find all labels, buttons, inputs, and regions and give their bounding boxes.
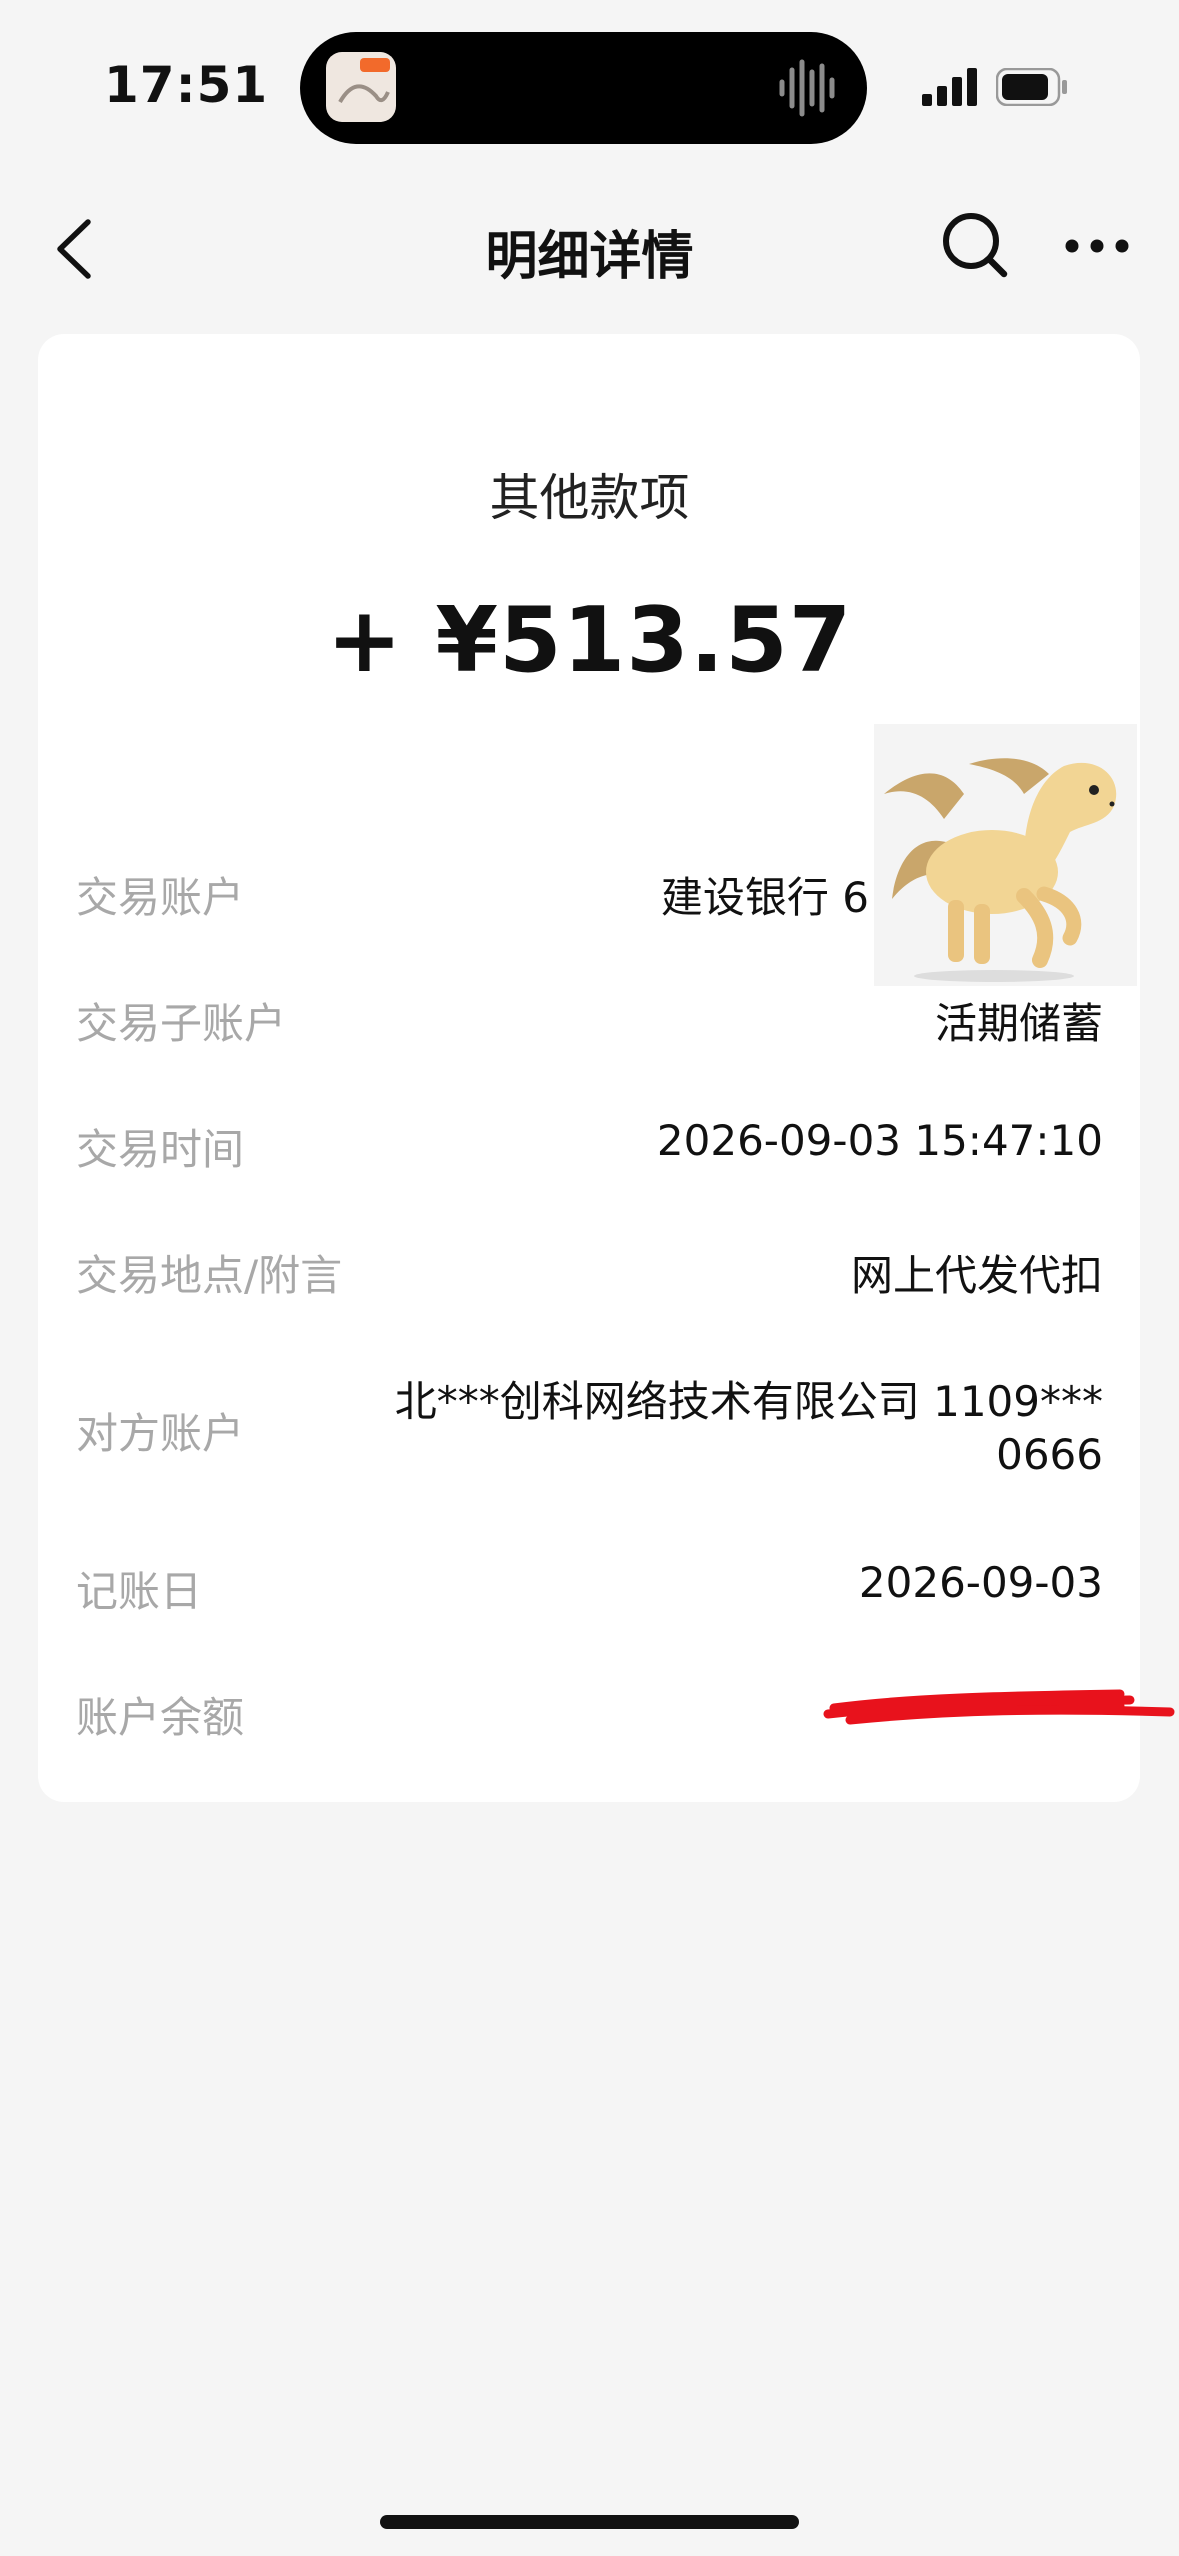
detail-value-counterparty-line2: 0666 xyxy=(996,1430,1103,1479)
home-indicator[interactable] xyxy=(380,2515,799,2529)
status-bar: 17:51 xyxy=(0,0,1179,170)
status-time: 17:51 xyxy=(104,56,269,114)
red-scribble-redaction xyxy=(823,1689,1175,1725)
search-icon[interactable] xyxy=(940,210,1010,280)
detail-label-counterparty: 对方账户 xyxy=(76,1409,245,1458)
detail-label-location: 交易地点/附言 xyxy=(76,1251,343,1300)
detail-value-posting-date: 2026-09-03 xyxy=(858,1558,1103,1607)
horse-sticker-image xyxy=(874,724,1137,986)
audio-wave-icon xyxy=(779,59,835,117)
detail-value-subaccount: 活期储蓄 xyxy=(934,999,1103,1048)
detail-label-posting-date: 记账日 xyxy=(76,1567,203,1616)
detail-label-subaccount: 交易子账户 xyxy=(76,999,287,1048)
transaction-category: 其他款项 xyxy=(489,469,690,527)
transaction-amount: + ¥513.57 xyxy=(326,588,853,693)
detail-value-location: 网上代发代扣 xyxy=(850,1251,1103,1300)
detail-value-time: 2026-09-03 15:47:10 xyxy=(656,1116,1103,1165)
detail-label-balance: 账户余额 xyxy=(76,1693,245,1742)
detail-value-counterparty-line1: 北***创科网络技术有限公司 1109*** xyxy=(394,1377,1103,1426)
detail-value-account: 建设银行 6 xyxy=(660,873,869,922)
live-activity-app-icon[interactable] xyxy=(326,52,396,122)
battery-icon xyxy=(996,68,1067,106)
cellular-signal-icon xyxy=(922,68,977,106)
navigation-bar: 明细详情 xyxy=(0,190,1179,300)
detail-label-account: 交易账户 xyxy=(76,873,245,922)
more-dots-icon[interactable] xyxy=(1064,238,1130,254)
detail-label-time: 交易时间 xyxy=(76,1125,245,1174)
